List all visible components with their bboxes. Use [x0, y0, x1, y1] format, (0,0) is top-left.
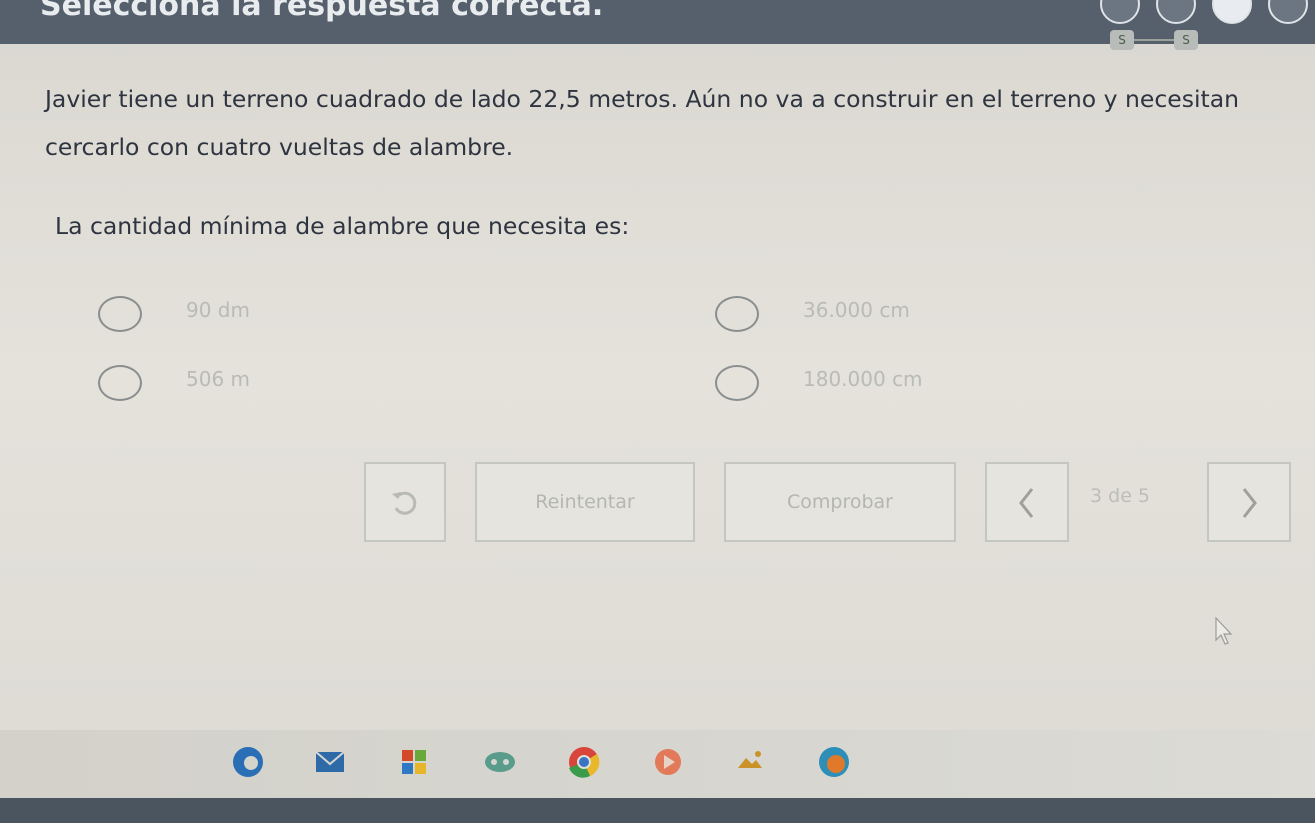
- check-button[interactable]: Comprobar: [724, 462, 956, 542]
- progress-step-circle[interactable]: [1100, 0, 1140, 24]
- progress-step-circle[interactable]: [1268, 0, 1308, 24]
- chevron-left-icon: [1019, 487, 1034, 518]
- question-prompt: La cantidad mínima de alambre que necesi…: [55, 212, 630, 240]
- reset-button[interactable]: [364, 462, 446, 542]
- question-tag: S: [1174, 30, 1198, 50]
- mail-icon[interactable]: [310, 742, 350, 782]
- question-tag: S: [1110, 30, 1134, 50]
- radio-button[interactable]: [715, 365, 759, 401]
- instruction-title: Selecciona la respuesta correcta.: [40, 0, 604, 23]
- answer-option-label: 90 dm: [186, 298, 250, 322]
- chrome-icon[interactable]: [564, 742, 604, 782]
- edge-icon[interactable]: [228, 742, 268, 782]
- radio-button[interactable]: [98, 365, 142, 401]
- page-counter: 3 de 5: [1090, 485, 1151, 507]
- store-icon[interactable]: [394, 742, 434, 782]
- answer-option-label: 506 m: [186, 367, 251, 391]
- previous-button[interactable]: [985, 462, 1069, 542]
- app-icon[interactable]: [814, 742, 854, 782]
- question-text: Javier tiene un terreno cuadrado de lado…: [45, 85, 1239, 161]
- radio-button[interactable]: [715, 296, 759, 332]
- progress-step-circle[interactable]: [1156, 0, 1196, 24]
- answer-option-label: 180.000 cm: [803, 367, 923, 391]
- question-tags: S S: [1110, 30, 1230, 52]
- undo-arrow-icon: [392, 491, 417, 515]
- next-button[interactable]: [1207, 462, 1291, 542]
- screen-bezel: [0, 798, 1315, 823]
- game-icon[interactable]: [480, 742, 520, 782]
- chevron-right-icon: [1242, 487, 1257, 518]
- retry-button[interactable]: Reintentar: [475, 462, 695, 542]
- radio-button[interactable]: [98, 296, 142, 332]
- answer-option-label: 36.000 cm: [803, 298, 910, 322]
- photos-icon[interactable]: [730, 742, 770, 782]
- media-icon[interactable]: [648, 742, 688, 782]
- tag-connector: [1134, 39, 1174, 41]
- mouse-cursor-icon: [1215, 616, 1233, 645]
- progress-step-circle[interactable]: [1212, 0, 1252, 24]
